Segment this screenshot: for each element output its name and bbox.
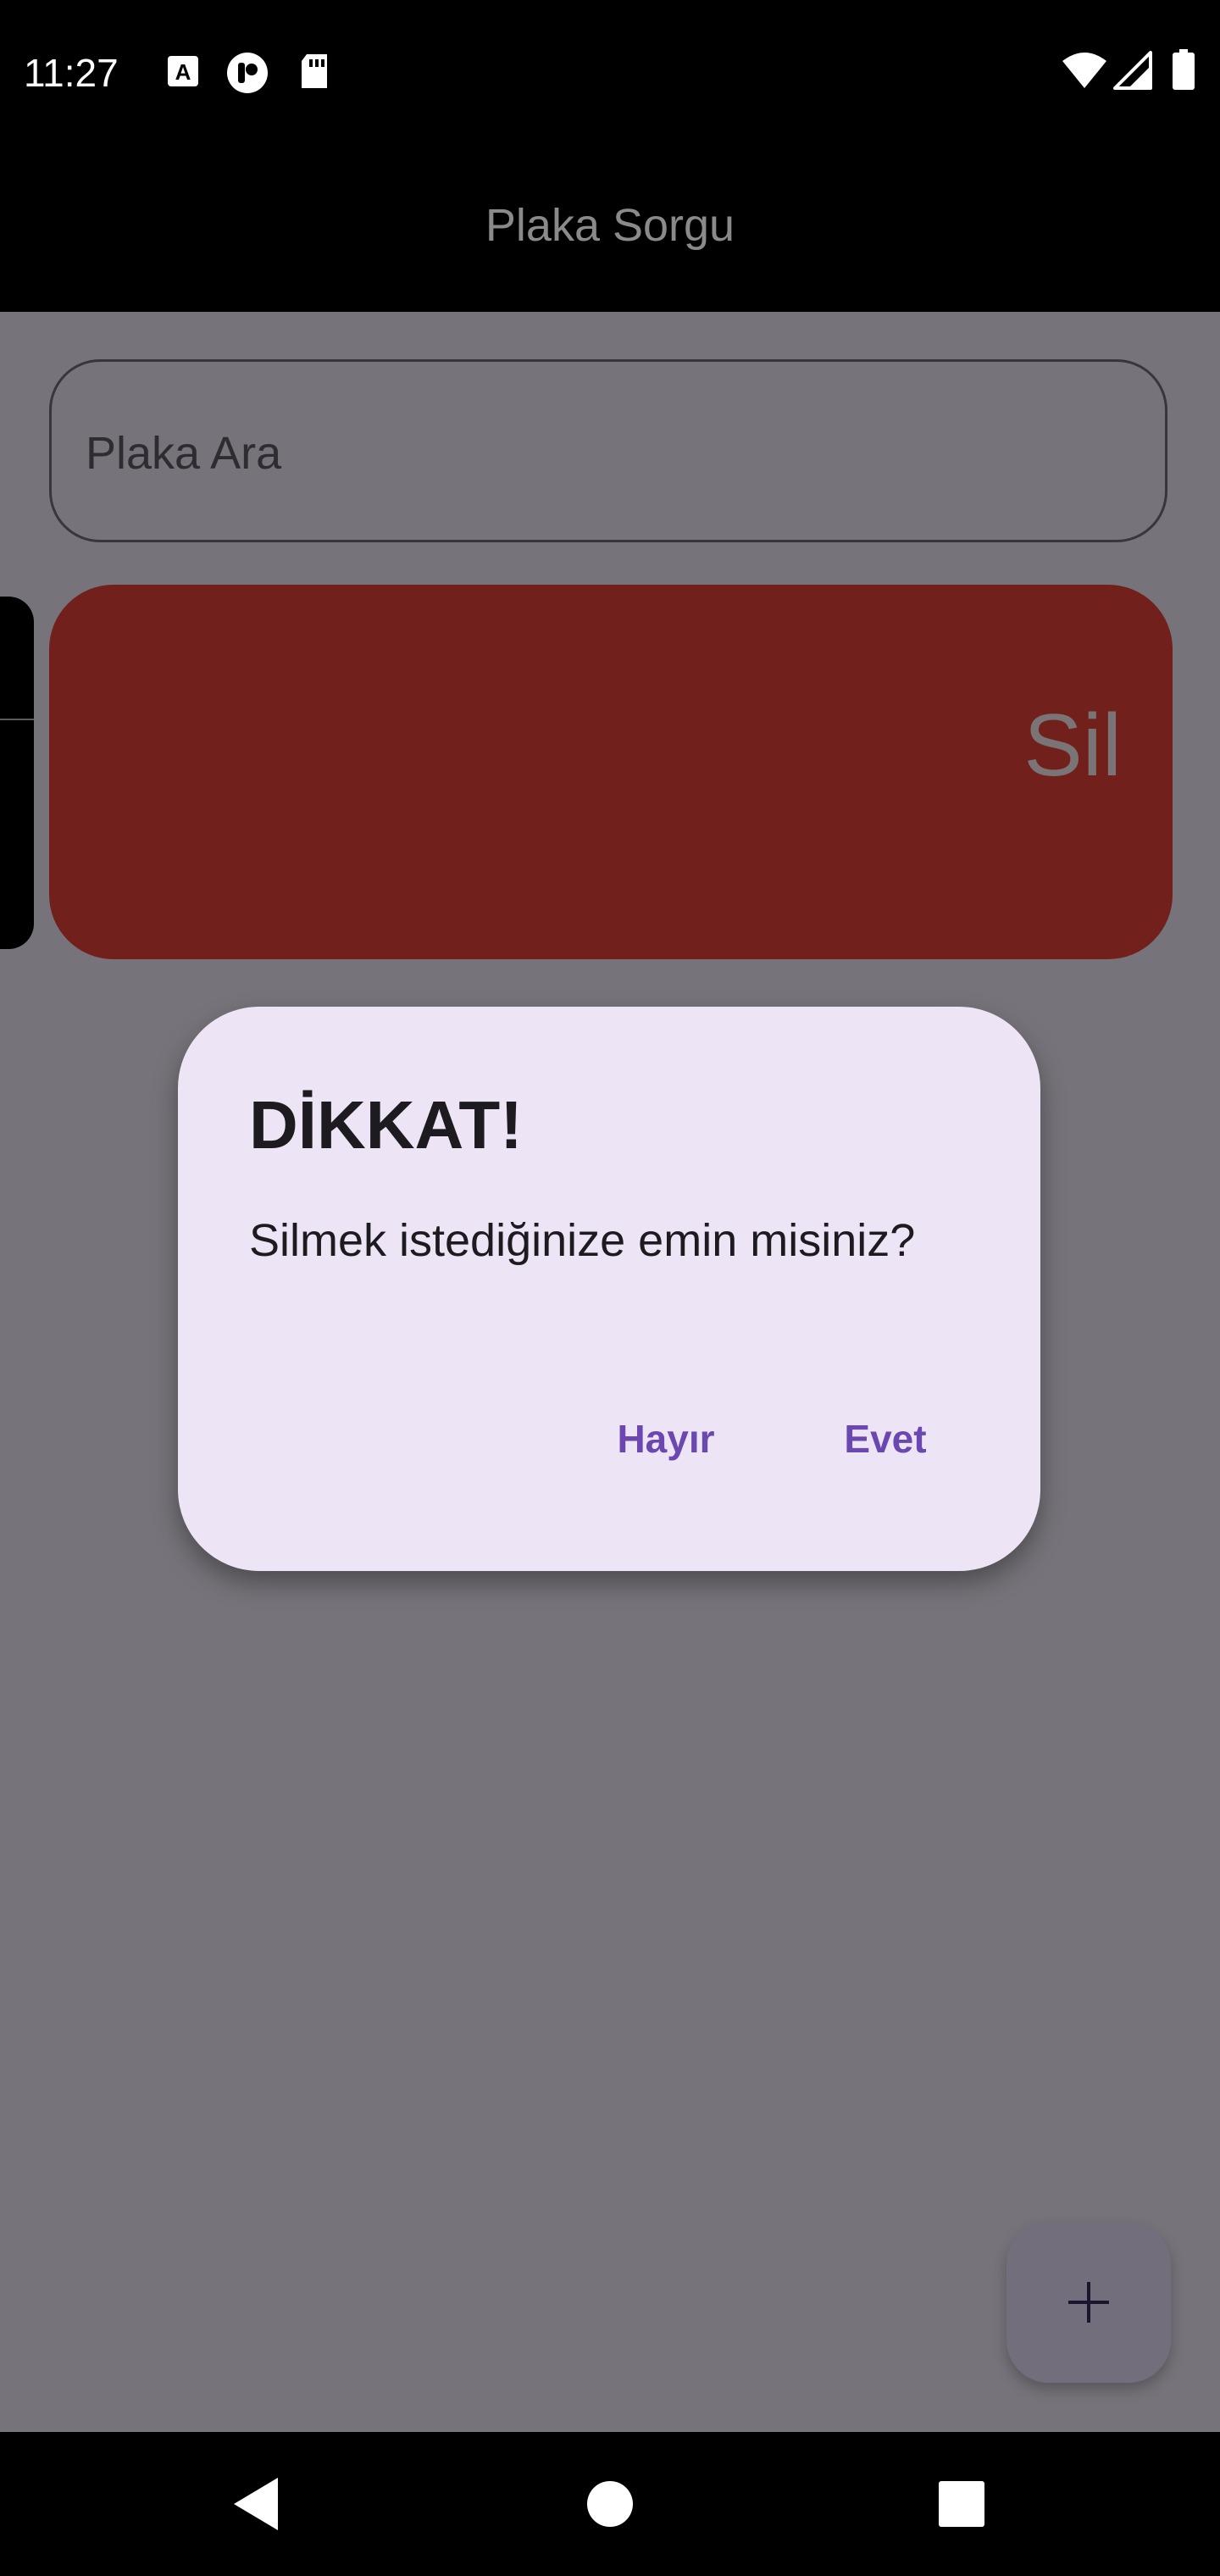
add-button[interactable] (1006, 2222, 1171, 2383)
back-button[interactable] (217, 2466, 293, 2542)
yes-button[interactable]: Evet (813, 1398, 957, 1480)
navigation-bar (0, 2432, 1220, 2576)
status-time: 11:27 (24, 51, 119, 95)
app-title: Plaka Sorgu (485, 200, 735, 251)
home-button[interactable] (572, 2466, 648, 2542)
status-bar: 11:27 A (0, 0, 1220, 146)
dialog-message: Silmek istediğinize emin misiniz? (249, 1215, 916, 1266)
no-button[interactable]: Hayır (590, 1398, 742, 1480)
swipe-delete-background: Sil (49, 585, 1173, 959)
recents-icon (939, 2481, 984, 2527)
svg-text:A: A (175, 59, 191, 85)
search-placeholder: Plaka Ara (86, 428, 282, 479)
app-notification-icon (225, 53, 269, 93)
app-bar: Plaka Sorgu (0, 146, 1220, 312)
card-divider (0, 719, 34, 720)
a-font-icon: A (166, 53, 200, 93)
wifi-icon (1061, 51, 1108, 92)
recents-button[interactable] (923, 2466, 1000, 2542)
search-input[interactable]: Plaka Ara (49, 359, 1167, 542)
list-item-card[interactable] (0, 597, 34, 949)
back-icon (234, 2478, 278, 2530)
plus-icon (1068, 2282, 1109, 2323)
battery-icon (1171, 49, 1196, 90)
dialog-title: DİKKAT! (249, 1087, 523, 1163)
confirm-delete-dialog: DİKKAT! Silmek istediğinize emin misiniz… (178, 1007, 1040, 1571)
delete-label: Sil (1023, 697, 1122, 795)
sd-card-icon (298, 53, 330, 93)
home-icon (587, 2481, 633, 2527)
signal-icon (1113, 51, 1152, 92)
